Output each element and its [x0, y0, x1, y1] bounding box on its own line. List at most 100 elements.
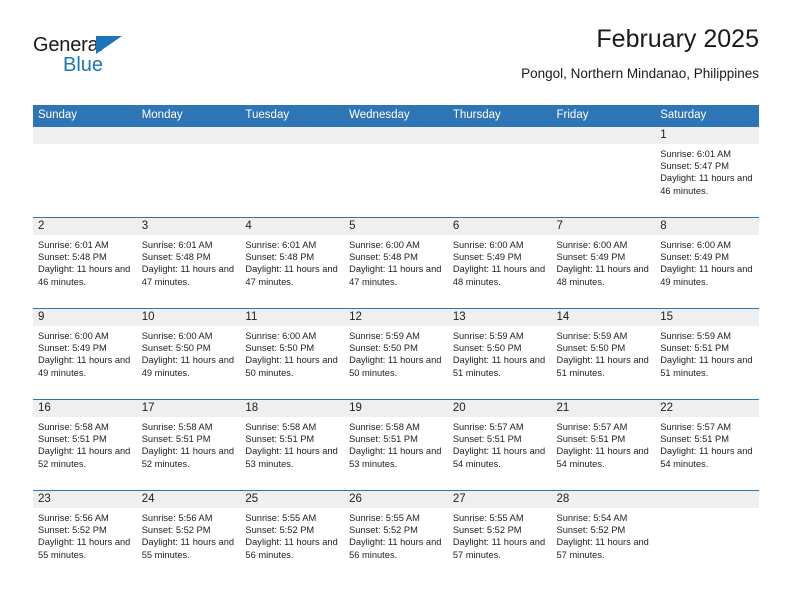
calendar-day-cell[interactable]: 11 Sunrise: 6:00 AM Sunset: 5:50 PM Dayligh… — [240, 308, 345, 400]
day-number — [240, 127, 345, 144]
daylight-text: Daylight: 11 hours and 57 minutes. — [556, 537, 649, 560]
calendar-day-cell[interactable]: 28 Sunrise: 5:54 AM Sunset: 5:52 PM Dayligh… — [551, 490, 656, 581]
day-number — [136, 127, 241, 144]
day-number: 2 — [33, 218, 137, 235]
sunset-text: Sunset: 5:52 PM — [349, 525, 418, 536]
sunrise-text: Sunrise: 5:58 AM — [349, 422, 420, 432]
page-header: General Blue February 2025 Pongol, North… — [33, 24, 759, 100]
day-number: 14 — [551, 309, 656, 326]
daylight-text: Daylight: 11 hours and 52 minutes. — [141, 446, 235, 469]
calendar-day-cell[interactable]: 4 Sunrise: 6:01 AM Sunset: 5:48 PM Daylight… — [240, 217, 345, 309]
sunset-text: Sunset: 5:49 PM — [556, 252, 626, 263]
general-blue-logo[interactable]: General Blue — [33, 34, 153, 82]
day-number: 5 — [344, 218, 448, 235]
daylight-text: Daylight: 11 hours and 48 minutes. — [452, 264, 546, 287]
calendar-day-cell[interactable]: 15 Sunrise: 5:59 AM Sunset: 5:51 PM Dayligh… — [655, 308, 759, 400]
daylight-text: Daylight: 11 hours and 50 minutes. — [349, 355, 442, 378]
day-details: Sunrise: 6:00 AM Sunset: 5:50 PM Daylight:… — [137, 326, 241, 379]
calendar-day-cell-empty — [551, 126, 656, 218]
sunset-text: Sunset: 5:49 PM — [38, 343, 107, 354]
sunset-text: Sunset: 5:50 PM — [556, 343, 626, 354]
daylight-text: Daylight: 11 hours and 56 minutes. — [349, 537, 442, 560]
calendar-week-row: 16 Sunrise: 5:58 AM Sunset: 5:51 PM Dayligh… — [33, 399, 759, 491]
sunrise-text: Sunrise: 5:58 AM — [38, 422, 109, 432]
day-details: Sunrise: 6:01 AM Sunset: 5:48 PM Daylight:… — [240, 235, 344, 288]
sunrise-text: Sunrise: 6:01 AM — [660, 149, 732, 159]
calendar-body: 1 Sunrise: 6:01 AM Sunset: 5:47 PM Daylight… — [33, 126, 759, 581]
calendar-day-cell[interactable]: 16 Sunrise: 5:58 AM Sunset: 5:51 PM Dayligh… — [33, 399, 137, 491]
calendar-day-cell[interactable]: 2 Sunrise: 6:01 AM Sunset: 5:48 PM Daylight… — [33, 217, 137, 309]
calendar-grid: Sunday Monday Tuesday Wednesday Thursday… — [33, 105, 759, 581]
calendar-day-cell-empty — [240, 126, 345, 218]
day-number: 25 — [240, 491, 345, 508]
calendar-day-cell[interactable]: 17 Sunrise: 5:58 AM Sunset: 5:51 PM Dayligh… — [136, 399, 241, 491]
sunset-text: Sunset: 5:51 PM — [660, 343, 729, 354]
daylight-text: Daylight: 11 hours and 47 minutes. — [349, 264, 442, 287]
day-number — [447, 127, 552, 144]
calendar-day-cell[interactable]: 21 Sunrise: 5:57 AM Sunset: 5:51 PM Dayligh… — [551, 399, 656, 491]
calendar-day-cell[interactable]: 26 Sunrise: 5:55 AM Sunset: 5:52 PM Dayligh… — [344, 490, 448, 581]
day-details: Sunrise: 6:00 AM Sunset: 5:49 PM Daylight:… — [552, 235, 656, 288]
calendar-day-cell[interactable]: 14 Sunrise: 5:59 AM Sunset: 5:50 PM Dayligh… — [551, 308, 656, 400]
day-number: 28 — [551, 491, 656, 508]
day-details: Sunrise: 5:56 AM Sunset: 5:52 PM Daylight:… — [137, 508, 241, 561]
calendar-day-cell[interactable]: 3 Sunrise: 6:01 AM Sunset: 5:48 PM Daylight… — [136, 217, 241, 309]
calendar-day-cell[interactable]: 10 Sunrise: 6:00 AM Sunset: 5:50 PM Dayligh… — [136, 308, 241, 400]
page-subtitle: Pongol, Northern Mindanao, Philippines — [521, 66, 759, 81]
daylight-text: Daylight: 11 hours and 47 minutes. — [245, 264, 338, 287]
sunrise-text: Sunrise: 6:00 AM — [38, 331, 109, 341]
calendar-day-cell[interactable]: 23 Sunrise: 5:56 AM Sunset: 5:52 PM Dayligh… — [33, 490, 137, 581]
daylight-text: Daylight: 11 hours and 52 minutes. — [38, 446, 131, 469]
sunset-text: Sunset: 5:48 PM — [38, 252, 107, 263]
day-number: 7 — [551, 218, 656, 235]
calendar-day-cell[interactable]: 22 Sunrise: 5:57 AM Sunset: 5:51 PM Dayligh… — [655, 399, 759, 491]
sunset-text: Sunset: 5:50 PM — [349, 343, 418, 354]
calendar-day-cell[interactable]: 1 Sunrise: 6:01 AM Sunset: 5:47 PM Daylight… — [655, 126, 759, 218]
day-details: Sunrise: 6:00 AM Sunset: 5:50 PM Daylight:… — [240, 326, 344, 379]
sunset-text: Sunset: 5:50 PM — [245, 343, 315, 354]
sunrise-text: Sunrise: 5:54 AM — [556, 513, 628, 523]
calendar-day-cell[interactable]: 25 Sunrise: 5:55 AM Sunset: 5:52 PM Dayligh… — [240, 490, 345, 581]
day-number: 15 — [655, 309, 759, 326]
calendar-day-cell[interactable]: 5 Sunrise: 6:00 AM Sunset: 5:48 PM Daylight… — [344, 217, 448, 309]
calendar-day-cell[interactable]: 7 Sunrise: 6:00 AM Sunset: 5:49 PM Daylight… — [551, 217, 656, 309]
sunset-text: Sunset: 5:49 PM — [660, 252, 729, 263]
day-number: 19 — [344, 400, 448, 417]
day-details: Sunrise: 6:01 AM Sunset: 5:48 PM Daylight:… — [33, 235, 137, 288]
calendar-day-cell[interactable]: 9 Sunrise: 6:00 AM Sunset: 5:49 PM Daylight… — [33, 308, 137, 400]
day-details: Sunrise: 5:58 AM Sunset: 5:51 PM Daylight:… — [240, 417, 344, 470]
sunrise-text: Sunrise: 6:00 AM — [556, 240, 628, 250]
day-number: 27 — [447, 491, 552, 508]
calendar-day-cell-empty — [655, 490, 759, 581]
calendar-week-row: 9 Sunrise: 6:00 AM Sunset: 5:49 PM Daylight… — [33, 308, 759, 400]
calendar-day-cell[interactable]: 19 Sunrise: 5:58 AM Sunset: 5:51 PM Dayligh… — [344, 399, 448, 491]
sunrise-text: Sunrise: 5:55 AM — [245, 513, 317, 523]
calendar-day-cell[interactable]: 6 Sunrise: 6:00 AM Sunset: 5:49 PM Daylight… — [447, 217, 552, 309]
sunset-text: Sunset: 5:52 PM — [141, 525, 211, 536]
sunset-text: Sunset: 5:52 PM — [452, 525, 522, 536]
calendar-day-cell[interactable]: 27 Sunrise: 5:55 AM Sunset: 5:52 PM Dayligh… — [447, 490, 552, 581]
calendar-day-cell[interactable]: 12 Sunrise: 5:59 AM Sunset: 5:50 PM Dayligh… — [344, 308, 448, 400]
daylight-text: Daylight: 11 hours and 51 minutes. — [452, 355, 546, 378]
sunrise-text: Sunrise: 6:01 AM — [141, 240, 213, 250]
calendar-day-cell[interactable]: 18 Sunrise: 5:58 AM Sunset: 5:51 PM Dayligh… — [240, 399, 345, 491]
daylight-text: Daylight: 11 hours and 54 minutes. — [556, 446, 649, 469]
daylight-text: Daylight: 11 hours and 47 minutes. — [141, 264, 235, 287]
calendar-day-cell-empty — [33, 126, 137, 218]
day-number — [33, 127, 137, 144]
day-number: 3 — [136, 218, 241, 235]
title-block: February 2025 Pongol, Northern Mindanao,… — [521, 24, 759, 83]
sunrise-text: Sunrise: 5:58 AM — [141, 422, 213, 432]
calendar-day-cell[interactable]: 24 Sunrise: 5:56 AM Sunset: 5:52 PM Dayligh… — [136, 490, 241, 581]
calendar-day-cell[interactable]: 8 Sunrise: 6:00 AM Sunset: 5:49 PM Daylight… — [655, 217, 759, 309]
calendar-week-row: 2 Sunrise: 6:01 AM Sunset: 5:48 PM Daylight… — [33, 217, 759, 309]
sunrise-text: Sunrise: 6:00 AM — [141, 331, 213, 341]
calendar-day-cell[interactable]: 13 Sunrise: 5:59 AM Sunset: 5:50 PM Dayligh… — [447, 308, 552, 400]
day-details: Sunrise: 5:57 AM Sunset: 5:51 PM Daylight:… — [552, 417, 656, 470]
sunset-text: Sunset: 5:50 PM — [141, 343, 211, 354]
weekday-header-sunday: Sunday — [33, 105, 137, 127]
page-title: February 2025 — [596, 25, 759, 53]
day-details: Sunrise: 5:58 AM Sunset: 5:51 PM Daylight:… — [137, 417, 241, 470]
day-details: Sunrise: 5:58 AM Sunset: 5:51 PM Daylight:… — [344, 417, 448, 470]
calendar-day-cell[interactable]: 20 Sunrise: 5:57 AM Sunset: 5:51 PM Dayligh… — [447, 399, 552, 491]
